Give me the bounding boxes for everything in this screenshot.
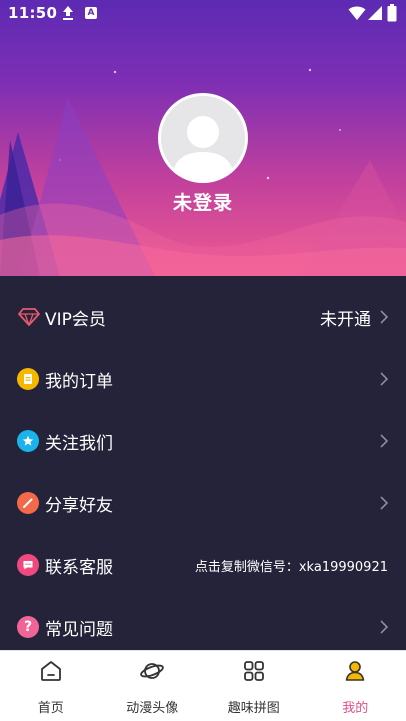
tab-home[interactable]: 首页 [0,651,102,721]
order-icon [17,368,39,390]
tab-puzzle[interactable]: 趣味拼图 [203,651,305,721]
menu-item-label: 关注我们 [45,433,113,454]
default-avatar-icon [161,96,245,180]
menu-item-follow[interactable]: 关注我们 [0,410,406,472]
profile-header: 11:50 A 未登录 [0,0,406,276]
menu-item-share[interactable]: 分享好友 [0,472,406,534]
menu-item-faq[interactable]: ? 常见问题 [0,596,406,658]
login-status-text[interactable]: 未登录 [0,188,406,215]
menu-item-contact[interactable]: 联系客服 点击复制微信号：xka19990921 [0,534,406,596]
notification-a-icon: A [85,7,97,19]
chevron-right-icon [380,310,389,324]
share-icon [17,492,39,514]
menu-item-label: 分享好友 [45,495,113,516]
chevron-right-icon [380,620,389,634]
tab-label: 我的 [342,701,369,716]
tab-label: 趣味拼图 [227,701,280,716]
tab-anime-avatar[interactable]: 动漫头像 [102,651,204,721]
tab-label: 动漫头像 [126,701,179,716]
diamond-icon [17,306,41,328]
user-icon [345,661,365,681]
status-time: 11:50 [8,4,58,22]
menu-item-vip[interactable]: VIP会员 未开通 [0,286,406,348]
signal-icon [368,6,382,20]
home-icon [40,661,61,681]
vip-status-value: 未开通 [320,309,371,330]
star-icon [17,430,39,452]
status-bar: 11:50 A [0,0,406,28]
message-icon [17,554,39,576]
menu-item-label: VIP会员 [45,309,106,330]
grid-icon [243,661,264,681]
menu-item-label: 联系客服 [45,557,113,578]
bottom-tab-bar: 首页 动漫头像 趣味拼图 我的 [0,650,406,721]
menu-list: VIP会员 未开通 我的订单 关注我们 分享好友 联系客服 点击复制微信号：xk… [0,276,406,658]
chevron-right-icon [380,496,389,510]
wifi-icon [348,6,366,20]
chevron-right-icon [380,434,389,448]
planet-icon [140,663,165,679]
user-avatar[interactable] [158,93,248,183]
upload-icon [63,6,73,20]
wechat-copy-hint[interactable]: 点击复制微信号：xka19990921 [195,556,388,575]
menu-item-orders[interactable]: 我的订单 [0,348,406,410]
battery-icon [387,4,397,22]
tab-label: 首页 [37,701,64,716]
question-icon: ? [17,616,39,638]
menu-item-label: 常见问题 [45,619,113,640]
chevron-right-icon [380,372,389,386]
tab-mine[interactable]: 我的 [305,651,406,721]
menu-item-label: 我的订单 [45,371,113,392]
